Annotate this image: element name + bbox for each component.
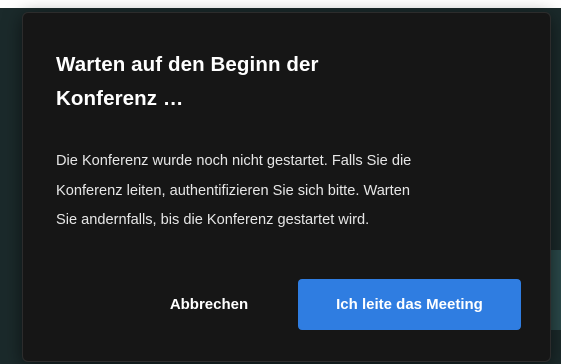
dialog-message-line-2: Konferenz leiten, authentifizieren Sie s… <box>56 182 410 199</box>
dialog-message-line-3: Sie andernfalls, bis die Konferenz gesta… <box>56 212 370 228</box>
dialog-title-line-2: Konferenz … <box>56 87 184 110</box>
dialog-title-line-1: Warten auf den Beginn der <box>56 53 319 76</box>
dialog-message-line-1: Die Konferenz wurde noch nicht gestartet… <box>56 153 412 169</box>
dialog-message: Die Konferenz wurde noch nicht gestartet… <box>56 147 526 236</box>
cancel-button[interactable]: Abbrechen <box>141 279 277 329</box>
host-login-button[interactable]: Ich leite das Meeting <box>298 279 521 330</box>
waiting-for-host-dialog: Warten auf den Beginn der Konferenz … Di… <box>22 12 551 362</box>
dialog-title: Warten auf den Beginn der Konferenz … <box>56 48 476 116</box>
